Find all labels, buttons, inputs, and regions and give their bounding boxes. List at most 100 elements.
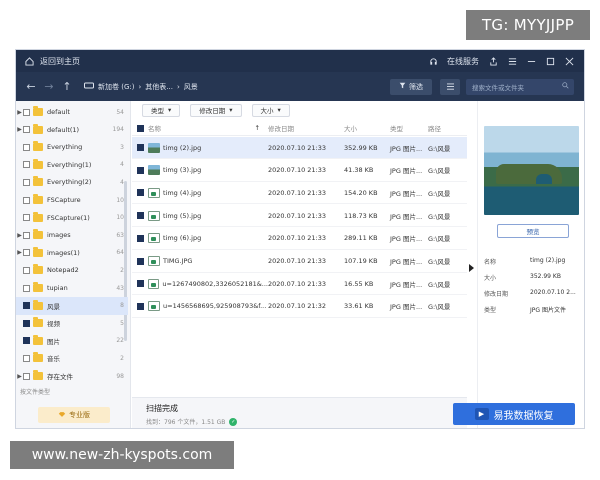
sidebar-item[interactable]: ▶ default 54 xyxy=(16,103,128,121)
file-date: 2020.07.10 21:33 xyxy=(268,257,327,265)
search-input[interactable]: 搜索文件或文件夹 xyxy=(466,78,574,95)
sidebar-item-checkbox[interactable] xyxy=(23,196,30,204)
pro-edition-button[interactable]: 专业版 xyxy=(38,407,110,423)
sidebar-item[interactable]: ▶ default(1) 194 xyxy=(16,121,128,139)
sidebar-item-checkbox[interactable] xyxy=(23,302,30,310)
filter-size-dropdown[interactable]: 大小 ▾ xyxy=(251,103,290,117)
file-type: JPG 图片... xyxy=(390,144,423,153)
select-all-checkbox[interactable] xyxy=(136,124,144,132)
forward-arrow-icon[interactable]: → xyxy=(40,80,58,93)
search-icon[interactable] xyxy=(562,82,569,91)
sidebar-item[interactable]: 视频 5 xyxy=(16,314,128,332)
headset-icon[interactable] xyxy=(428,56,438,66)
list-view-button[interactable] xyxy=(440,78,460,95)
sidebar-item-checkbox[interactable] xyxy=(23,108,30,116)
breadcrumb-drive[interactable]: 新加卷 (G:) xyxy=(98,82,134,92)
filter-button[interactable]: 筛选 xyxy=(390,78,432,95)
close-icon[interactable] xyxy=(564,56,574,66)
sidebar-item-checkbox[interactable] xyxy=(23,214,30,222)
row-checkbox[interactable] xyxy=(136,280,144,288)
table-row[interactable]: timg (3).jpg 2020.07.10 21:33 41.38 KB JPG … xyxy=(132,160,467,182)
collapse-arrow-icon[interactable] xyxy=(469,264,474,272)
expand-arrow-icon[interactable]: ▶ xyxy=(16,109,23,116)
sidebar-item-checkbox[interactable] xyxy=(23,266,30,274)
export-icon[interactable] xyxy=(488,56,498,66)
sidebar-item-checkbox[interactable] xyxy=(23,126,30,134)
table-row[interactable]: u=1456568695,925908793&f... 2020.07.10 21… xyxy=(132,296,467,318)
breadcrumb-folder-2[interactable]: 风景 xyxy=(184,82,198,92)
back-to-home-link[interactable]: 返回到主页 xyxy=(40,56,80,67)
sidebar-item[interactable]: 音乐 2 xyxy=(16,349,128,367)
preview-meta-value: 352.99 KB xyxy=(530,273,561,280)
column-name[interactable]: 名称 ↑ xyxy=(148,123,268,133)
status-bar: 扫描完成 找到：796 个文件，1.51 GB ✓ xyxy=(132,397,467,428)
panel-splitter[interactable] xyxy=(467,101,477,428)
sidebar-item[interactable]: ▶ 存在文件 98 xyxy=(16,367,128,385)
menu-icon[interactable] xyxy=(507,56,517,66)
table-row[interactable]: timg (2).jpg 2020.07.10 21:33 352.99 KB JPG… xyxy=(132,137,467,159)
sidebar-item-checkbox[interactable] xyxy=(23,337,30,345)
filter-date-dropdown[interactable]: 修改日期 ▾ xyxy=(190,103,242,117)
column-type[interactable]: 类型 xyxy=(390,123,428,133)
sidebar-item-checkbox[interactable] xyxy=(23,319,30,327)
file-type-label[interactable]: 按文件类型 xyxy=(20,387,50,396)
sidebar-item[interactable]: Everything 3 xyxy=(16,138,128,156)
minimize-icon[interactable] xyxy=(526,56,536,66)
sidebar-item[interactable]: Everything(1) 4 xyxy=(16,156,128,174)
table-row[interactable]: timg (4).jpg 2020.07.10 21:33 154.20 KB JPG… xyxy=(132,182,467,205)
sidebar-item[interactable]: Notepad2 2 xyxy=(16,261,128,279)
online-service-link[interactable]: 在线服务 xyxy=(447,56,479,67)
folder-icon xyxy=(33,299,43,310)
expand-arrow-icon[interactable]: ▶ xyxy=(16,232,23,239)
expand-arrow-icon[interactable]: ▶ xyxy=(16,373,23,380)
sidebar-item-checkbox[interactable] xyxy=(23,161,30,169)
back-arrow-icon[interactable]: ← xyxy=(22,80,40,93)
row-checkbox[interactable] xyxy=(136,144,144,151)
chevron-down-icon: ▾ xyxy=(277,106,281,114)
maximize-icon[interactable] xyxy=(545,56,555,66)
restore-button[interactable]: ▶ 易我数据恢复 xyxy=(453,403,575,425)
row-checkbox[interactable] xyxy=(136,189,144,197)
preview-button[interactable]: 预览 xyxy=(497,224,569,238)
sidebar-item[interactable]: ▶ images(1) 64 xyxy=(16,244,128,262)
sidebar-item-checkbox[interactable] xyxy=(23,249,30,257)
preview-meta-row: 类型 JPG 图片文件 xyxy=(484,305,584,314)
table-row[interactable]: timg (5).jpg 2020.07.10 21:33 118.73 KB JPG… xyxy=(132,205,467,228)
up-arrow-icon[interactable]: ↑ xyxy=(58,80,76,93)
column-date[interactable]: 修改日期 xyxy=(268,123,344,133)
table-row[interactable]: timg (6).jpg 2020.07.10 21:33 289.11 KB JPG… xyxy=(132,228,467,250)
file-type: JPG 图片... xyxy=(390,189,423,198)
watermark-top: TG: MYYJJPP xyxy=(466,10,590,40)
row-checkbox[interactable] xyxy=(136,257,144,265)
column-size[interactable]: 大小 xyxy=(344,123,390,133)
sidebar-item[interactable]: 风景 8 xyxy=(16,296,128,315)
preview-image-rock xyxy=(496,164,562,184)
sidebar-item[interactable]: FSCapture(1) 10 xyxy=(16,209,128,227)
sidebar-item-checkbox[interactable] xyxy=(23,143,30,151)
sidebar-item-checkbox[interactable] xyxy=(23,284,30,292)
row-checkbox[interactable] xyxy=(136,302,144,310)
sidebar-item-checkbox[interactable] xyxy=(23,231,30,239)
expand-arrow-icon[interactable]: ▶ xyxy=(16,249,23,256)
row-checkbox[interactable] xyxy=(136,234,144,242)
filter-type-dropdown[interactable]: 类型 ▾ xyxy=(142,103,181,117)
breadcrumb-folder-1[interactable]: 其他表... xyxy=(145,82,173,92)
home-icon[interactable] xyxy=(24,56,34,66)
table-row[interactable]: u=1267490802,3326052181&... 2020.07.10 21… xyxy=(132,273,467,296)
sidebar-item[interactable]: FSCapture 10 xyxy=(16,191,128,209)
sidebar-item-checkbox[interactable] xyxy=(23,372,30,380)
expand-arrow-icon[interactable]: ▶ xyxy=(16,126,23,133)
sort-arrow-icon[interactable]: ↑ xyxy=(255,124,260,132)
row-checkbox[interactable] xyxy=(136,166,144,174)
sidebar-item-checkbox[interactable] xyxy=(23,354,30,362)
sidebar-item[interactable]: 图片 22 xyxy=(16,332,128,350)
table-row[interactable]: TIMG.JPG 2020.07.10 21:33 107.19 KB JPG 图片.… xyxy=(132,251,467,273)
filter-label: 筛选 xyxy=(409,82,423,91)
sidebar-item-checkbox[interactable] xyxy=(23,178,30,186)
column-path[interactable]: 路径 xyxy=(428,123,466,133)
row-checkbox[interactable] xyxy=(136,212,144,220)
sidebar-item[interactable]: tupian 43 xyxy=(16,279,128,297)
sidebar-item[interactable]: Everything(2) 4 xyxy=(16,173,128,191)
sidebar-item[interactable]: ▶ images 63 xyxy=(16,226,128,244)
file-path: G:\风景 xyxy=(428,258,451,266)
